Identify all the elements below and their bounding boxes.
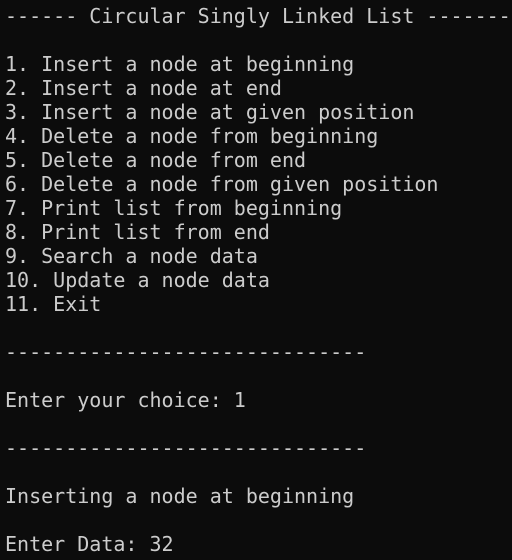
data-prompt-label: Enter Data:	[5, 532, 150, 556]
data-input-value[interactable]: 32	[150, 532, 174, 556]
choice-prompt-line: Enter your choice: 1	[5, 388, 246, 412]
separator-line: ------------------------------	[5, 340, 367, 364]
menu-item-exit: 11. Exit	[5, 292, 102, 316]
menu-item-update: 10. Update a node data	[5, 268, 270, 292]
choice-input-value[interactable]: 1	[234, 388, 246, 412]
menu-item-delete-position: 6. Delete a node from given position	[5, 172, 439, 196]
status-message: Inserting a node at beginning	[5, 484, 355, 508]
data-prompt-line: Enter Data: 32	[5, 532, 174, 556]
menu-item-insert-beginning: 1. Insert a node at beginning	[5, 52, 355, 76]
menu-item-delete-end: 5. Delete a node from end	[5, 148, 307, 172]
menu-item-insert-position: 3. Insert a node at given position	[5, 100, 415, 124]
choice-prompt-label: Enter your choice:	[5, 388, 234, 412]
separator-line: ------------------------------	[5, 436, 367, 460]
menu-item-insert-end: 2. Insert a node at end	[5, 76, 282, 100]
terminal-window[interactable]: ------ Circular Singly Linked List -----…	[0, 0, 512, 560]
menu-item-search: 9. Search a node data	[5, 244, 258, 268]
menu-item-print-beginning: 7. Print list from beginning	[5, 196, 343, 220]
menu-title: ------ Circular Singly Linked List -----…	[5, 4, 511, 28]
menu-item-delete-beginning: 4. Delete a node from beginning	[5, 124, 379, 148]
menu-item-print-end: 8. Print list from end	[5, 220, 270, 244]
